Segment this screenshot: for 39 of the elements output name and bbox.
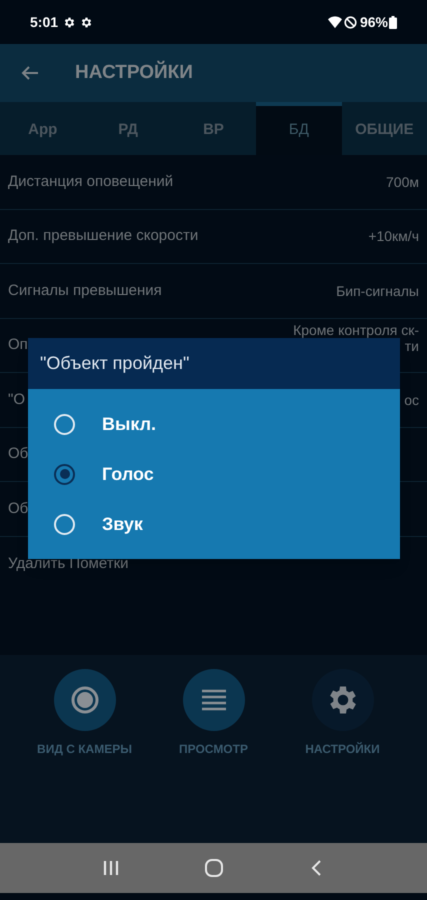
setting-value: +10км/ч [368, 227, 419, 246]
setting-value: Бип-сигналы [336, 282, 419, 300]
clock-time: 5:01 [30, 12, 58, 32]
screen-title: НАСТРОЙКИ [75, 60, 193, 85]
do-not-disturb-icon [344, 16, 357, 28]
battery-percent: 96% [360, 12, 388, 32]
setting-label: Доп. превышение скорости [8, 226, 198, 246]
setting-label: Сигналы превышения [8, 280, 162, 300]
settings-row[interactable]: Дистанция оповещений 700м [0, 155, 427, 210]
settings-row[interactable]: Доп. превышение скорости +10км/ч [0, 210, 427, 264]
setting-label: Дистанция оповещений [8, 172, 174, 192]
tab[interactable]: РД [85, 102, 171, 155]
nav-item[interactable]: ПРОСМОТР [154, 668, 274, 842]
radio-option[interactable]: Звук [28, 499, 400, 549]
setting-value: ос [404, 390, 419, 409]
battery-icon [389, 16, 397, 28]
settings-icon [63, 16, 76, 28]
setting-label: Оп [8, 335, 28, 355]
setting-label: "О [8, 390, 25, 410]
record-icon [68, 684, 100, 716]
setting-value: Кроме контроля ск- [293, 322, 419, 338]
tab[interactable]: ВР [170, 102, 256, 155]
recent-apps-icon[interactable] [102, 858, 120, 876]
setting-label: Об [8, 444, 28, 464]
settings-row[interactable]: Сигналы превышения Бип-сигналы [0, 264, 427, 318]
wifi-icon [328, 15, 342, 29]
settings-icon [80, 16, 94, 28]
setting-value: ти [404, 338, 419, 354]
home-icon[interactable] [204, 858, 224, 878]
tab[interactable]: ОБЩИЕ [342, 102, 427, 155]
nav-item[interactable]: НАСТРОЙКИ [282, 668, 402, 842]
dialog-title: "Объект пройден" [40, 352, 190, 375]
setting-value: 700м [386, 172, 419, 191]
tab[interactable]: БД [256, 102, 342, 155]
nav-item[interactable]: ВИД С КАМЕРЫ [24, 668, 144, 842]
radio-option[interactable]: Голос [28, 449, 400, 499]
radio-option[interactable]: Выкл. [28, 399, 400, 449]
setting-label: Об [8, 498, 28, 518]
tab[interactable]: App [0, 102, 86, 155]
